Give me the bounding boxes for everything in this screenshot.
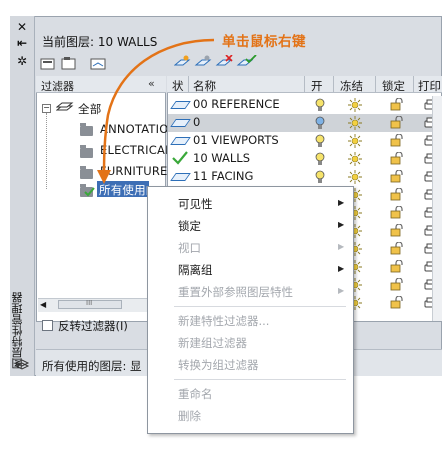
annotation-arrow xyxy=(97,38,215,184)
